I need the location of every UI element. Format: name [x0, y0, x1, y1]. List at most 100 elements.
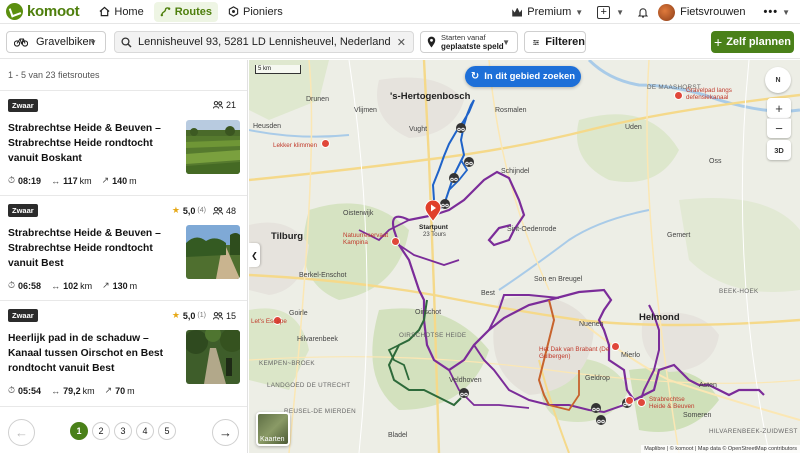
map-label-sint-oedenrode: Sint-Oedenrode	[507, 226, 557, 233]
map-label-someren: Someren	[683, 412, 712, 419]
next-page-button[interactable]: →	[212, 419, 239, 446]
map-label-helmond: Helmond	[639, 312, 680, 323]
map-view[interactable]: Startpunt 23 Tours 's-Hertogenbosch Tilb…	[249, 60, 800, 453]
route-thumbnail[interactable]	[186, 120, 240, 174]
distance-unit: km	[79, 175, 92, 186]
people-count: 15	[225, 310, 236, 321]
map-label-kempen: KEMPEN~BROEK	[259, 360, 315, 367]
search-this-area-button[interactable]: ↻ In dit gebied zoeken	[465, 66, 581, 87]
poi-marker[interactable]	[391, 237, 400, 246]
map-scale: 5 km	[255, 65, 301, 74]
start-point-label: Startpunt	[419, 224, 448, 231]
collapse-sidebar-button[interactable]: ❮	[249, 243, 260, 267]
map-label-den-bosch: 's-Hertogenbosch	[390, 91, 471, 102]
map-label-oirschotse-heide: OIRSCHOTSE HEIDE	[399, 332, 467, 339]
poi-marker[interactable]	[637, 398, 646, 407]
map-label-beek-hoek: BEEK-HOEK	[719, 288, 759, 295]
location-input[interactable]	[138, 36, 390, 48]
zoom-in-button[interactable]: +	[767, 98, 791, 118]
map-layers-button[interactable]: Kaarten	[256, 412, 290, 446]
chevron-down-icon: ▼	[89, 37, 97, 47]
route-thumbnail[interactable]	[186, 330, 240, 384]
map-layers-label: Kaarten	[260, 436, 285, 443]
route-stats-social: 21	[212, 100, 236, 110]
poi-label: Strabrechtse Heide & Beuven	[649, 396, 695, 410]
location-search[interactable]: ✕	[114, 31, 414, 53]
premium-label: Premium	[527, 6, 572, 18]
poi-marker[interactable]	[625, 396, 634, 405]
rating-value: 5,0	[182, 310, 196, 321]
difficulty-badge: Zwaar	[8, 99, 38, 112]
page-button[interactable]: 3	[114, 422, 132, 440]
route-title[interactable]: Strabrechtse Heide & Beuven – Strabrecht…	[8, 121, 173, 166]
page-button[interactable]: 5	[158, 422, 176, 440]
nav-right: Premium ▼ + ▼ Fietsvrouwen ••• ▼	[512, 0, 790, 24]
plus-icon: +	[714, 34, 723, 50]
user-name[interactable]: Fietsvrouwen	[680, 6, 745, 18]
route-thumbnail[interactable]	[186, 225, 240, 279]
difficulty-badge: Zwaar	[8, 204, 38, 217]
route-distance: 117	[63, 175, 78, 186]
elevation-icon: ↗	[102, 280, 110, 290]
map-label-oirschot: Oirschot	[415, 309, 442, 316]
nav-routes[interactable]: Routes	[153, 1, 218, 22]
map-label-bladel: Bladel	[388, 432, 408, 439]
route-card[interactable]: Zwaar ★ 5,0 (4) 48 Strabrechtse Heide & …	[0, 196, 247, 300]
start-point-select[interactable]: Starten vanaf geplaatste speld ▼	[420, 31, 518, 53]
page-button[interactable]: 4	[136, 422, 154, 440]
page-button[interactable]: 2	[92, 422, 110, 440]
premium-menu[interactable]: Premium ▼	[512, 6, 583, 18]
sport-select[interactable]: Gravelbiken ▼	[6, 31, 106, 53]
zoom-out-button[interactable]: −	[767, 118, 791, 138]
route-stats: ⏱ 08:19 ↔ 117 km ↗ 140 m	[8, 175, 137, 186]
route-distance: 79,2	[63, 385, 81, 396]
start-point-pin[interactable]	[424, 200, 442, 222]
route-stats-social: ★ 5,0 (4) 48	[172, 205, 236, 216]
previous-page-button[interactable]: ←	[8, 419, 35, 446]
distance-icon: ↔	[51, 280, 61, 291]
route-stats: ⏱ 05:54 ↔ 79,2 km ↗ 70 m	[8, 385, 135, 396]
poi-marker[interactable]	[674, 91, 683, 100]
3d-toggle-button[interactable]: 3D	[767, 140, 791, 160]
map-label-berkel: Berkel-Enschot	[299, 272, 347, 279]
plan-route-button[interactable]: + Zelf plannen	[711, 31, 794, 53]
more-menu-icon[interactable]: •••	[764, 6, 779, 18]
filter-button[interactable]: Filteren	[524, 31, 586, 53]
filter-sliders-icon	[533, 39, 540, 45]
rating-value: 5,0	[182, 205, 196, 216]
route-title[interactable]: Heerlijk pad in de schaduw – Kanaal tuss…	[8, 331, 173, 376]
pioneer-icon	[228, 6, 239, 17]
bell-icon[interactable]	[638, 7, 649, 18]
route-card[interactable]: Zwaar ★ 5,0 (1) 15 Heerlijk pad in de sc…	[0, 301, 247, 405]
page-button[interactable]: 1	[70, 422, 88, 440]
route-stats-social: ★ 5,0 (1) 15	[172, 310, 236, 321]
routes-icon	[160, 7, 171, 17]
map-label-rosmalen: Rosmalen	[495, 107, 527, 114]
komoot-logo[interactable]: komoot	[6, 3, 80, 20]
chevron-down-icon: ▼	[575, 7, 584, 17]
route-title[interactable]: Strabrechtse Heide & Beuven – Strabrecht…	[8, 226, 173, 271]
route-stats: ⏱ 06:58 ↔ 102 km ↗ 130 m	[8, 280, 137, 291]
create-menu[interactable]: + ▼	[597, 5, 625, 19]
start-point-sub: 23 Tours	[423, 232, 446, 238]
filter-label: Filteren	[545, 36, 585, 48]
pin-icon	[427, 36, 436, 48]
avatar[interactable]	[658, 3, 676, 21]
chevron-left-icon: ❮	[251, 250, 258, 260]
route-distance: 102	[63, 280, 79, 291]
map-label-hilvarenbeek: Hilvarenbeek	[297, 336, 338, 343]
map-label-asten: Asten	[699, 382, 717, 389]
clear-icon[interactable]: ✕	[397, 36, 406, 49]
map-label-landgoed: LANDGOED DE UTRECHT	[267, 382, 351, 389]
nav-pioneers[interactable]: Pioniers	[222, 2, 289, 22]
clock-icon: ⏱	[8, 280, 16, 290]
poi-marker[interactable]	[321, 139, 330, 148]
route-card[interactable]: Zwaar 21 Strabrechtse Heide & Beuven – S…	[0, 91, 247, 195]
chevron-down-icon: ▼	[616, 7, 625, 17]
difficulty-badge: Zwaar	[8, 309, 38, 322]
map-label-nuenen: Nuenen	[579, 321, 604, 328]
map-canvas	[249, 60, 800, 453]
map-label-best: Best	[481, 290, 496, 297]
compass-button[interactable]: N	[765, 67, 791, 93]
nav-home[interactable]: Home	[93, 2, 149, 22]
